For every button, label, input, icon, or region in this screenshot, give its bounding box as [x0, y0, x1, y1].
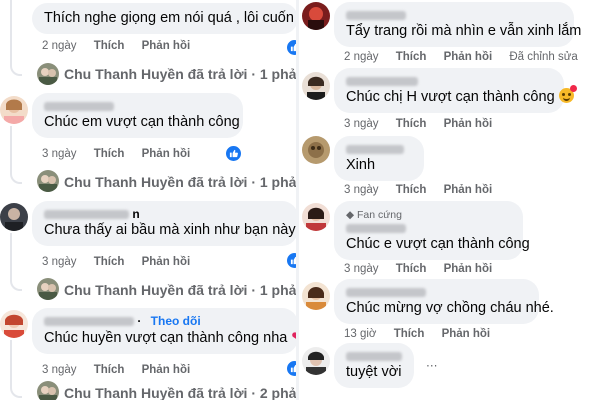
comment-text: Xinh [346, 157, 376, 173]
reply-button[interactable]: Phản hồi [444, 263, 493, 275]
reply-button[interactable]: Phản hồi [142, 148, 191, 160]
comment-time[interactable]: 3 ngày [344, 118, 379, 130]
like-button[interactable]: Thích [94, 148, 125, 160]
thread-connector [10, 0, 22, 76]
smiling-face-with-hearts-icon [558, 85, 577, 103]
comment-text: Thích nghe giọng em nói quá , lôi cuốn . [44, 10, 298, 26]
comment-bubble: Xinh [334, 136, 424, 181]
avatar[interactable] [0, 96, 28, 124]
comment-actions: 3 ngày Thích Phản hồi [42, 364, 204, 376]
comment-actions: 3 ngày Thích Phản hồi [42, 256, 204, 268]
edited-label: Đã chỉnh sửa [509, 51, 578, 63]
comment-bubble: Chúc chị H vượt cạn thành công [334, 68, 577, 113]
commenter-name[interactable] [44, 99, 231, 113]
comment-bubble: Chúc mừng vợ chồng cháu nhé. [334, 279, 554, 324]
avatar[interactable] [302, 2, 330, 30]
like-button[interactable]: Thích [396, 118, 427, 130]
comment-actions: 3 ngày Thích Phản hồi [344, 118, 506, 130]
like-icon[interactable] [226, 146, 241, 161]
comment-bubble: tuyệt vời [334, 343, 414, 388]
comment-text: Chúc mừng vợ chồng cháu nhé. [346, 300, 554, 316]
comment-actions: 3 ngày Thích Phản hồi [344, 263, 506, 275]
comment-actions: 2 ngày Thích Phản hồi [42, 40, 204, 52]
view-replies-link[interactable]: Chu Thanh Huyền đã trả lời · 1 phản h [64, 282, 298, 298]
comment-actions: 2 ngày Thích Phản hồi Đã chỉnh sửa [344, 51, 592, 63]
comment-time[interactable]: 3 ngày [42, 256, 77, 268]
thread-connector [10, 233, 22, 291]
like-button[interactable]: Thích [94, 40, 125, 52]
view-replies-link[interactable]: Chu Thanh Huyền đã trả lời · 1 phản h [64, 174, 298, 190]
avatar[interactable] [0, 203, 28, 231]
avatar[interactable] [37, 170, 59, 192]
avatar[interactable] [0, 310, 28, 338]
commenter-name[interactable] [346, 8, 562, 22]
like-button[interactable]: Thích [396, 263, 427, 275]
like-button[interactable]: Thích [94, 256, 125, 268]
reply-button[interactable]: Phản hồi [142, 40, 191, 52]
comment-text: Chúc e vượt cạn thành công [346, 236, 530, 252]
avatar[interactable] [37, 381, 59, 400]
commenter-name[interactable]: n [44, 207, 286, 221]
comment-bubble: · Theo dõi Chúc huyền vượt cạn thành côn… [32, 308, 298, 354]
like-button[interactable]: Thích [396, 184, 427, 196]
comment-text: Chúc huyền vượt cạn thành công nha ❤ [44, 328, 298, 348]
avatar[interactable] [37, 63, 59, 85]
avatar[interactable] [302, 72, 330, 100]
follow-button[interactable]: Theo dõi [151, 314, 201, 328]
avatar[interactable] [302, 347, 330, 375]
like-button[interactable]: Thích [94, 364, 125, 376]
like-button[interactable]: Thích [396, 51, 427, 63]
thread-connector [10, 126, 22, 184]
comment-time[interactable]: 3 ngày [344, 263, 379, 275]
commenter-name[interactable] [346, 221, 511, 235]
comment-time[interactable]: 3 ngày [42, 364, 77, 376]
reply-button[interactable]: Phản hồi [444, 184, 493, 196]
reply-button[interactable]: Phản hồi [142, 256, 191, 268]
comment-text: Chúc em vượt cạn thành công [44, 114, 240, 130]
comment-options[interactable]: ⋯ [426, 358, 452, 372]
comment-time[interactable]: 2 ngày [42, 40, 77, 52]
comment-text: Tẩy trang rồi mà nhìn e vẫn xinh lắm [346, 23, 582, 39]
comment-bubble: Tẩy trang rồi mà nhìn e vẫn xinh lắm [334, 2, 582, 47]
comment-actions: 3 ngày Thích Phản hồi [42, 148, 204, 160]
right-comment-column: Tẩy trang rồi mà nhìn e vẫn xinh lắm 2 n… [298, 0, 600, 400]
comment-bubble: Chúc em vượt cạn thành công [32, 93, 243, 138]
comment-text: Chưa thấy ai bầu mà xinh như bạn này a [44, 222, 298, 238]
comment-bubble: n Chưa thấy ai bầu mà xinh như bạn này a [32, 201, 298, 246]
reply-button[interactable]: Phản hồi [142, 364, 191, 376]
avatar[interactable] [302, 203, 330, 231]
like-button[interactable]: Thích [394, 328, 425, 340]
comment-time[interactable]: 3 ngày [344, 184, 379, 196]
comment-text: tuyệt vời [346, 364, 402, 380]
avatar[interactable] [302, 282, 330, 310]
thread-connector [10, 340, 22, 398]
reply-button[interactable]: Phản hồi [444, 51, 493, 63]
comment-time[interactable]: 3 ngày [42, 148, 77, 160]
view-replies-link[interactable]: Chu Thanh Huyền đã trả lời · 2 phản [64, 385, 298, 400]
commenter-name[interactable] [346, 349, 402, 363]
reply-button[interactable]: Phản hồi [442, 328, 491, 340]
avatar[interactable] [302, 136, 330, 164]
comment-time[interactable]: 13 giờ [344, 328, 376, 340]
reply-button[interactable]: Phản hồi [444, 118, 493, 130]
comment-bubble: ◆ Fan cứng Chúc e vượt cạn thành công [334, 201, 530, 260]
more-options-icon: ⋯ [426, 360, 438, 372]
comment-text: Chúc chị H vượt cạn thành công [346, 85, 577, 107]
commenter-name[interactable] [346, 285, 527, 299]
commenter-name[interactable] [346, 142, 412, 156]
fan-badge: ◆ Fan cứng [346, 209, 402, 221]
comment-actions: 3 ngày Thích Phản hồi [344, 184, 506, 196]
commenter-name[interactable] [346, 74, 552, 88]
left-comment-column: Thích nghe giọng em nói quá , lôi cuốn .… [0, 0, 298, 400]
comment-actions: 13 giờ Thích Phản hồi [344, 328, 504, 340]
comment-bubble: Thích nghe giọng em nói quá , lôi cuốn . [32, 3, 298, 34]
commenter-name: · Theo dõi [44, 314, 286, 328]
view-replies-link[interactable]: Chu Thanh Huyền đã trả lời · 1 phản h [64, 66, 298, 82]
avatar[interactable] [37, 278, 59, 300]
comment-time[interactable]: 2 ngày [344, 51, 379, 63]
commenter-name: ◆ Fan cứng [346, 207, 511, 221]
